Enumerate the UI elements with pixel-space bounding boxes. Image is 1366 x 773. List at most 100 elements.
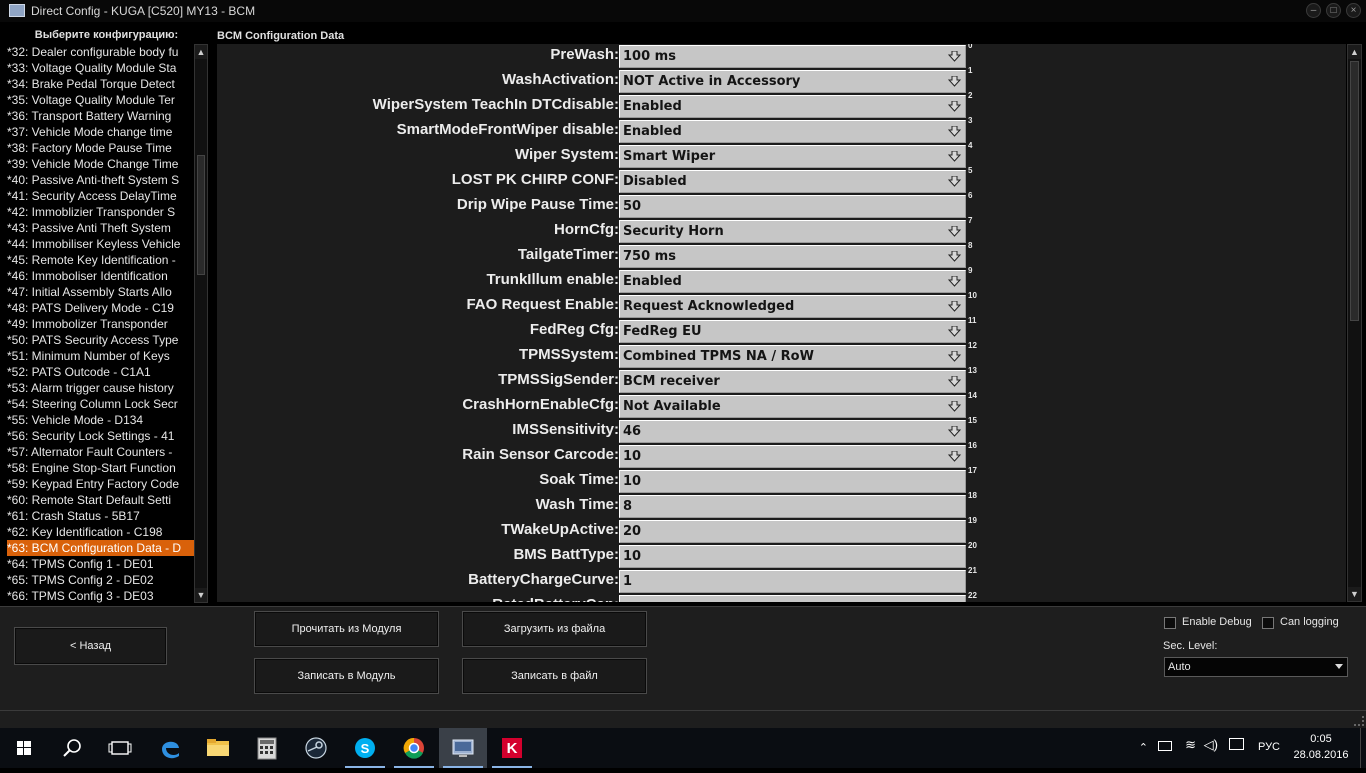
steam-icon[interactable] [292,728,340,768]
config-list-item[interactable]: *32: Dealer configurable body fu [7,44,194,60]
config-list-item[interactable]: *59: Keypad Entry Factory Code [7,476,194,492]
checkbox-box[interactable] [1164,617,1176,629]
dropdown-arrow-icon[interactable] [948,276,961,287]
config-list-item[interactable]: *49: Immobolizer Transponder [7,316,194,332]
config-list-item[interactable]: *45: Remote Key Identification - [7,252,194,268]
config-list-item[interactable]: *55: Vehicle Mode - D134 [7,412,194,428]
config-row-input[interactable]: 50 [619,195,966,218]
config-list-item[interactable]: *37: Vehicle Mode change time [7,124,194,140]
config-row-select[interactable]: Not Available [619,395,966,418]
config-row-select[interactable]: Security Horn [619,220,966,243]
config-list-item[interactable]: *50: PATS Security Access Type [7,332,194,348]
close-icon[interactable]: × [1346,3,1361,18]
config-list-item[interactable]: *57: Alternator Fault Counters - [7,444,194,460]
dropdown-arrow-icon[interactable] [948,76,961,87]
config-row-select[interactable]: Disabled [619,170,966,193]
dropdown-arrow-icon[interactable] [948,451,961,462]
config-list-item[interactable]: *54: Steering Column Lock Secr [7,396,194,412]
enable-debug-checkbox[interactable]: Enable Debug [1164,616,1260,630]
config-row-input[interactable]: 1 [619,570,966,593]
config-list-item[interactable]: *42: Immoblizier Transponder S [7,204,194,220]
scroll-up-icon[interactable]: ▲ [1348,45,1361,59]
skype-icon[interactable]: S [341,728,389,768]
config-data-scrollbar[interactable]: ▲ ▼ [1347,44,1362,602]
scroll-thumb[interactable] [1350,61,1359,321]
config-row-select[interactable]: Request Acknowledged [619,295,966,318]
config-list-item[interactable]: *36: Transport Battery Warning [7,108,194,124]
direct-config-icon[interactable] [439,728,487,768]
config-row-select[interactable]: 100 ms [619,45,966,68]
config-list-item[interactable]: *60: Remote Start Default Setti [7,492,194,508]
config-row-input[interactable] [619,595,966,602]
dropdown-arrow-icon[interactable] [948,326,961,337]
resize-grip-icon[interactable] [1354,716,1364,726]
dropdown-arrow-icon[interactable] [948,101,961,112]
config-list-item[interactable]: *43: Passive Anti Theft System [7,220,194,236]
clock-time[interactable]: 0:05 [1290,733,1352,745]
checkbox-box[interactable] [1262,617,1274,629]
back-button[interactable]: < Назад [14,627,167,665]
config-list-item[interactable]: *63: BCM Configuration Data - D [7,540,194,556]
config-list-item[interactable]: *46: Immoboliser Identification [7,268,194,284]
config-list-item[interactable]: *61: Crash Status - 5B17 [7,508,194,524]
dropdown-arrow-icon[interactable] [948,351,961,362]
config-list-item[interactable]: *48: PATS Delivery Mode - C19 [7,300,194,316]
config-list-item[interactable]: *35: Voltage Quality Module Ter [7,92,194,108]
scroll-down-icon[interactable]: ▼ [195,588,207,602]
chevron-up-icon[interactable]: ⌃ [1139,741,1148,754]
sec-level-select[interactable]: Auto [1164,657,1348,677]
config-list-item[interactable]: *51: Minimum Number of Keys [7,348,194,364]
calculator-icon[interactable] [243,728,291,768]
dropdown-arrow-icon[interactable] [948,426,961,437]
config-list-item[interactable]: *38: Factory Mode Pause Time [7,140,194,156]
scroll-thumb[interactable] [197,155,205,275]
show-desktop-button[interactable] [1360,728,1366,768]
scroll-down-icon[interactable]: ▼ [1348,587,1361,601]
can-logging-checkbox[interactable]: Can logging [1262,616,1358,630]
dropdown-arrow-icon[interactable] [948,176,961,187]
language-indicator[interactable]: РУС [1258,741,1280,753]
config-list-item[interactable]: *39: Vehicle Mode Change Time [7,156,194,172]
config-row-input[interactable]: 10 [619,545,966,568]
config-row-select[interactable]: Smart Wiper [619,145,966,168]
write-file-button[interactable]: Записать в файл [462,658,647,694]
battery-icon[interactable] [1158,741,1172,751]
search-icon[interactable] [48,728,96,768]
config-list-item[interactable]: *65: TPMS Config 2 - DE02 [7,572,194,588]
config-list-item[interactable]: *40: Passive Anti-theft System S [7,172,194,188]
dropdown-arrow-icon[interactable] [948,51,961,62]
clock-date[interactable]: 28.08.2016 [1290,749,1352,761]
write-module-button[interactable]: Записать в Модуль [254,658,439,694]
maximize-icon[interactable]: □ [1326,3,1341,18]
config-row-select[interactable]: Enabled [619,95,966,118]
config-list-item[interactable]: *64: TPMS Config 1 - DE01 [7,556,194,572]
config-list-item[interactable]: *47: Initial Assembly Starts Allo [7,284,194,300]
task-view-icon[interactable] [96,728,144,768]
dropdown-arrow-icon[interactable] [948,126,961,137]
chrome-icon[interactable] [390,728,438,768]
config-list-item[interactable]: *53: Alarm trigger cause history [7,380,194,396]
config-row-input[interactable]: 8 [619,495,966,518]
notification-icon[interactable] [1229,738,1244,750]
file-explorer-icon[interactable] [194,728,242,768]
config-row-select[interactable]: 46 [619,420,966,443]
config-list[interactable]: *32: Dealer configurable body fu *33: Vol… [7,44,194,603]
load-file-button[interactable]: Загрузить из файла [462,611,647,647]
config-list-item[interactable]: *56: Security Lock Settings - 41 [7,428,194,444]
minimize-icon[interactable]: – [1306,3,1321,18]
config-row-select[interactable]: FedReg EU [619,320,966,343]
dropdown-arrow-icon[interactable] [948,301,961,312]
config-row-select[interactable]: 750 ms [619,245,966,268]
config-list-scrollbar[interactable]: ▲ ▼ [194,44,208,603]
config-row-select[interactable]: Enabled [619,120,966,143]
config-list-item[interactable]: *41: Security Access DelayTime [7,188,194,204]
config-list-item[interactable]: *62: Key Identification - C198 [7,524,194,540]
read-module-button[interactable]: Прочитать из Модуля [254,611,439,647]
dropdown-arrow-icon[interactable] [948,151,961,162]
config-row-select[interactable]: Combined TPMS NA / RoW [619,345,966,368]
edge-icon[interactable] [146,728,194,768]
config-list-item[interactable]: *52: PATS Outcode - C1A1 [7,364,194,380]
dropdown-arrow-icon[interactable] [948,376,961,387]
config-row-select[interactable]: BCM receiver [619,370,966,393]
config-row-select[interactable]: Enabled [619,270,966,293]
